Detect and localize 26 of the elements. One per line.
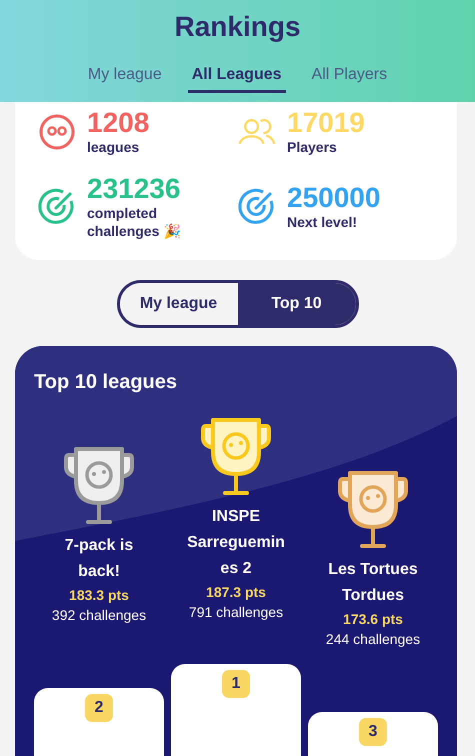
stat-label: completed challenges 🎉: [87, 204, 182, 240]
panel-title: Top 10 leagues: [34, 370, 178, 395]
rank-badge: 2: [85, 694, 113, 722]
challenge-count: 392 challenges: [52, 606, 146, 625]
tab[interactable]: All Leagues: [188, 62, 286, 93]
stat-value: 1208: [87, 108, 150, 138]
rank-badge: 3: [359, 718, 387, 746]
page-title: Rankings: [174, 10, 301, 44]
tab[interactable]: My league: [84, 62, 166, 93]
stat-label: leagues: [87, 138, 140, 156]
league-points: 173.6 pts: [343, 610, 403, 629]
league-name: Les Tortues Tordues: [327, 560, 419, 606]
stat-value: 250000: [287, 183, 380, 213]
segment-button[interactable]: Top 10: [238, 283, 356, 325]
stat-value: 17019: [287, 108, 365, 138]
stat-label: Next level!: [287, 213, 358, 231]
league-name: INSPE Sarreguemines 2: [186, 507, 286, 579]
league-name: 7-pack is back!: [64, 536, 134, 582]
rank-badge: 1: [222, 670, 250, 698]
tab[interactable]: All Players: [308, 62, 392, 93]
challenge-count: 244 challenges: [326, 630, 420, 649]
league-points: 187.3 pts: [206, 583, 266, 602]
challenge-count: 791 challenges: [188, 603, 284, 622]
stat-value: 231236: [87, 174, 182, 204]
stat-label: Players: [287, 138, 338, 156]
league-points: 183.3 pts: [69, 586, 129, 605]
